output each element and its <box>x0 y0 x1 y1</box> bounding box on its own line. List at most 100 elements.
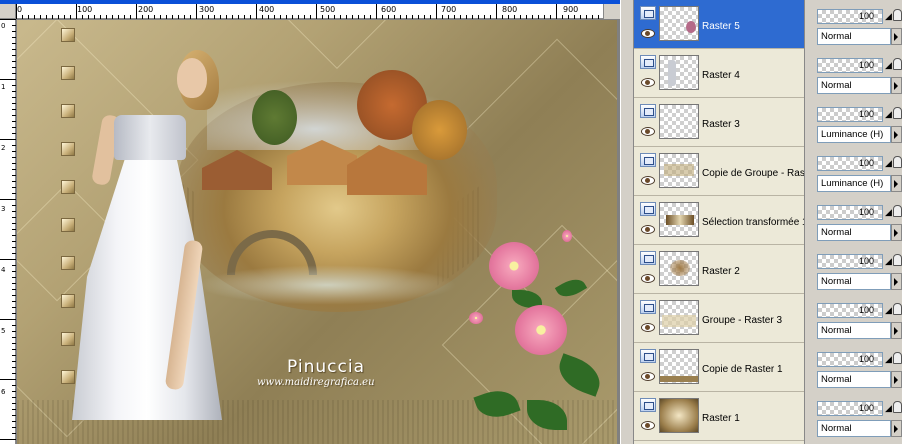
ruler-tick <box>274 15 275 19</box>
opacity-slider[interactable]: 100 <box>817 58 883 73</box>
lock-icon[interactable] <box>893 254 902 266</box>
canvas-area[interactable]: 0 100 200 300 400 500 600 700 800 900 0 … <box>0 0 620 444</box>
ruler-tick <box>12 241 16 242</box>
layer-properties-icon[interactable] <box>640 349 656 363</box>
visibility-eye-icon[interactable] <box>641 78 655 87</box>
artwork-image[interactable]: Pinuccia www.maidiregrafica.eu <box>17 20 617 444</box>
blend-mode-select[interactable]: Normal <box>817 322 891 339</box>
layer-properties-icon[interactable] <box>640 202 656 216</box>
visibility-eye-icon[interactable] <box>641 323 655 332</box>
layer-row[interactable]: Sélection transformée 1 <box>634 196 804 245</box>
layer-properties-icon[interactable] <box>640 55 656 69</box>
ruler-tick <box>430 15 431 19</box>
lock-icon[interactable] <box>893 401 902 413</box>
blend-dropdown-button[interactable] <box>891 28 902 45</box>
ruler-tick <box>454 15 455 19</box>
opacity-arrow-icon[interactable]: ◢ <box>885 60 892 70</box>
ruler-tick <box>12 253 16 254</box>
visibility-eye-icon[interactable] <box>641 274 655 283</box>
visibility-eye-icon[interactable] <box>641 29 655 38</box>
layer-props-row: 100 ◢ Normal <box>805 0 902 49</box>
panel-splitter[interactable] <box>620 0 634 444</box>
ruler-tick <box>12 283 16 284</box>
ruler-tick <box>244 15 245 19</box>
visibility-eye-icon[interactable] <box>641 372 655 381</box>
ruler-tick <box>12 223 16 224</box>
opacity-slider[interactable]: 100 <box>817 9 883 24</box>
ruler-tick <box>0 79 16 80</box>
visibility-eye-icon[interactable] <box>641 225 655 234</box>
opacity-slider[interactable]: 100 <box>817 401 883 416</box>
layer-row[interactable]: Raster 2 <box>634 245 804 294</box>
opacity-arrow-icon[interactable]: ◢ <box>885 256 892 266</box>
opacity-arrow-icon[interactable]: ◢ <box>885 207 892 217</box>
ruler-scroll-right[interactable] <box>603 4 620 19</box>
opacity-arrow-icon[interactable]: ◢ <box>885 403 892 413</box>
blend-dropdown-button[interactable] <box>891 224 902 241</box>
ruler-tick <box>12 25 16 26</box>
lock-icon[interactable] <box>893 58 902 70</box>
ruler-tick <box>106 15 107 19</box>
opacity-arrow-icon[interactable]: ◢ <box>885 109 892 119</box>
blend-mode-select[interactable]: Normal <box>817 371 891 388</box>
layer-properties-icon[interactable] <box>640 6 656 20</box>
ruler-tick <box>16 4 17 19</box>
blend-dropdown-button[interactable] <box>891 175 902 192</box>
lock-icon[interactable] <box>893 352 902 364</box>
blend-mode-select[interactable]: Normal <box>817 273 891 290</box>
layer-properties-icon[interactable] <box>640 251 656 265</box>
blend-dropdown-button[interactable] <box>891 126 902 143</box>
layer-row[interactable]: Raster 5 <box>634 0 804 49</box>
layer-row[interactable]: Raster 4 <box>634 49 804 98</box>
ruler-corner <box>0 4 16 19</box>
ruler-tick <box>166 15 167 19</box>
layer-properties-icon[interactable] <box>640 104 656 118</box>
lock-icon[interactable] <box>893 303 902 315</box>
blend-dropdown-button[interactable] <box>891 371 902 388</box>
ruler-tick <box>370 15 371 19</box>
opacity-slider[interactable]: 100 <box>817 254 883 269</box>
opacity-slider[interactable]: 100 <box>817 205 883 220</box>
ruler-tick <box>514 15 515 19</box>
layer-properties-icon[interactable] <box>640 153 656 167</box>
ruler-tick <box>46 15 47 19</box>
opacity-slider[interactable]: 100 <box>817 156 883 171</box>
visibility-eye-icon[interactable] <box>641 176 655 185</box>
lock-icon[interactable] <box>893 205 902 217</box>
vertical-ruler: 0 1 2 3 4 5 6 <box>0 19 16 444</box>
ruler-tick <box>0 379 16 380</box>
ruler-tick <box>12 229 16 230</box>
layer-properties-icon[interactable] <box>640 398 656 412</box>
blend-mode-select[interactable]: Luminance (H) <box>817 175 891 192</box>
opacity-arrow-icon[interactable]: ◢ <box>885 158 892 168</box>
blend-mode-select[interactable]: Luminance (H) <box>817 126 891 143</box>
blend-dropdown-button[interactable] <box>891 420 902 437</box>
visibility-eye-icon[interactable] <box>641 127 655 136</box>
layer-row[interactable]: Raster 1 <box>634 392 804 441</box>
blend-dropdown-button[interactable] <box>891 322 902 339</box>
layer-name: Raster 4 <box>702 70 740 81</box>
opacity-arrow-icon[interactable]: ◢ <box>885 305 892 315</box>
layer-row[interactable]: Copie de Groupe - Raste <box>634 147 804 196</box>
ruler-label: 400 <box>259 5 275 14</box>
lock-icon[interactable] <box>893 156 902 168</box>
blend-dropdown-button[interactable] <box>891 273 902 290</box>
layer-properties-icon[interactable] <box>640 300 656 314</box>
blend-mode-select[interactable]: Normal <box>817 77 891 94</box>
blend-mode-select[interactable]: Normal <box>817 28 891 45</box>
opacity-slider[interactable]: 100 <box>817 352 883 367</box>
visibility-eye-icon[interactable] <box>641 421 655 430</box>
blend-dropdown-button[interactable] <box>891 77 902 94</box>
opacity-arrow-icon[interactable]: ◢ <box>885 11 892 21</box>
blend-mode-select[interactable]: Normal <box>817 420 891 437</box>
layer-row[interactable]: Groupe - Raster 3 <box>634 294 804 343</box>
opacity-slider[interactable]: 100 <box>817 107 883 122</box>
layer-row[interactable]: Raster 3 <box>634 98 804 147</box>
blend-mode-select[interactable]: Normal <box>817 224 891 241</box>
lock-icon[interactable] <box>893 9 902 21</box>
lock-icon[interactable] <box>893 107 902 119</box>
opacity-arrow-icon[interactable]: ◢ <box>885 354 892 364</box>
opacity-slider[interactable]: 100 <box>817 303 883 318</box>
decor-stud <box>61 332 75 346</box>
layer-row[interactable]: Copie de Raster 1 <box>634 343 804 392</box>
